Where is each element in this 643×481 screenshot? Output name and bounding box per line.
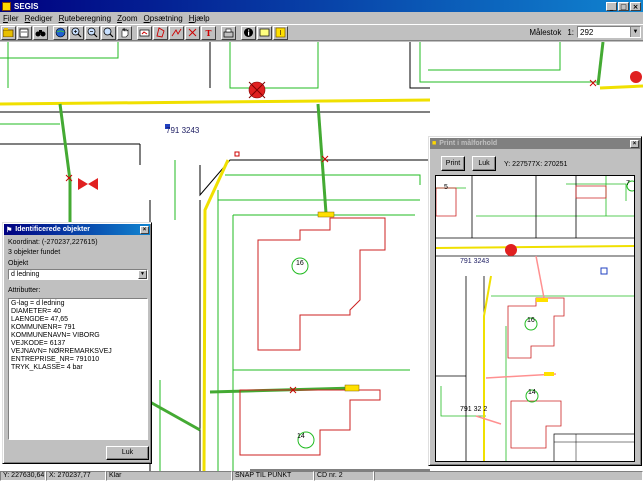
preview-label-7: 7: [626, 180, 630, 187]
found-count: 3 objekter fundet: [8, 249, 61, 256]
status-empty: [374, 471, 643, 481]
attribute-line: LAENGDE= 47,65: [11, 316, 69, 323]
print-close-icon[interactable]: ×: [630, 139, 639, 148]
rectangle-tool-icon[interactable]: [257, 25, 272, 40]
printer-icon: ■: [432, 140, 437, 147]
redraw-icon[interactable]: [137, 25, 152, 40]
title-bar: SEGIS _ □ ×: [0, 0, 643, 12]
minimize-button[interactable]: _: [606, 1, 617, 11]
attribute-line: KOMMUNENAVN= VIBORG: [11, 332, 100, 339]
status-x: X: 270237,77: [46, 471, 106, 481]
status-snap: SNAP TIL PUNKT: [232, 471, 314, 481]
identify-close-icon[interactable]: ×: [140, 225, 149, 234]
status-y: Y: 227630,64: [0, 471, 46, 481]
zoom-out-icon[interactable]: [85, 25, 100, 40]
draw-cross-icon[interactable]: [185, 25, 200, 40]
map-label-16: 16: [296, 260, 304, 267]
zoom-in-icon[interactable]: [69, 25, 84, 40]
app-icon: [2, 1, 11, 11]
layer-lamp-icon[interactable]: [273, 25, 288, 40]
status-bar: Y: 227630,64 X: 270237,77 Klar SNAP TIL …: [0, 471, 643, 481]
map-label-main: 791 3243: [166, 126, 200, 135]
coordinate-row: Koordinat: (-270237,227615): [8, 239, 98, 246]
preview-label-5: 5: [444, 184, 448, 191]
coord-value: (-270237,227615): [41, 239, 98, 246]
scale-control: Målestok 1: 292 ▼: [529, 26, 641, 38]
print-panel: ■ Print i målforhold × Print Luk Y: 2275…: [428, 136, 642, 466]
binoculars-icon[interactable]: [33, 25, 48, 40]
print-panel-close-button[interactable]: Luk: [472, 156, 496, 171]
menu-bar: Filer Rediger Ruteberegning Zoom Opsætni…: [0, 12, 643, 24]
draw-polygon-icon[interactable]: [153, 25, 168, 40]
attribute-line: VEJKODE= 6137: [11, 340, 66, 347]
attribute-line: VEJNAVN= NØRREMARKSVEJ: [11, 348, 112, 355]
text-tool-icon[interactable]: T: [201, 25, 216, 40]
valve-symbol: [78, 178, 98, 190]
identify-panel: ⚑ Identificerede objekter × Koordinat: (…: [2, 222, 152, 464]
object-label: Objekt: [8, 260, 29, 267]
pan-hand-icon[interactable]: [117, 25, 132, 40]
print-panel-titlebar: ■ Print i målforhold ×: [430, 138, 640, 149]
menu-filer[interactable]: Filer: [3, 14, 19, 23]
pin-icon: ⚑: [6, 226, 13, 234]
menu-ruteberegning[interactable]: Ruteberegning: [59, 14, 112, 23]
attributes-list[interactable]: G-lag = d ledning DIAMETER= 40 LAENGDE= …: [8, 298, 148, 440]
attribute-line: DIAMETER= 40: [11, 308, 61, 315]
menu-hjaelp[interactable]: Hjælp: [189, 14, 210, 23]
identify-close-button[interactable]: Luk: [106, 446, 149, 460]
scale-dropdown[interactable]: 292 ▼: [577, 26, 641, 38]
preview-label-pipe: 791 32 2: [460, 406, 488, 413]
maximize-button[interactable]: □: [618, 1, 629, 11]
print-icon[interactable]: [221, 25, 236, 40]
scale-prefix: 1:: [567, 27, 574, 37]
coord-label: Koordinat:: [8, 239, 40, 246]
print-panel-title: Print i målforhold: [439, 140, 498, 147]
attribute-line: KOMMUNENR= 791: [11, 324, 76, 331]
open-icon[interactable]: [1, 25, 16, 40]
app-title: SEGIS: [14, 1, 39, 11]
attribute-line: ENTREPRISE_NR= 791010: [11, 356, 100, 363]
print-coords: Y: 227577X: 270251: [504, 161, 568, 168]
preview-label-main: 791 3243: [460, 258, 490, 265]
status-cd: CD nr. 2: [314, 471, 374, 481]
preview-label-14: 14: [528, 389, 536, 396]
close-button[interactable]: ×: [630, 1, 641, 11]
scale-label: Målestok: [529, 27, 562, 37]
identify-panel-titlebar: ⚑ Identificerede objekter ×: [4, 224, 150, 235]
object-dropdown[interactable]: d ledning ▼: [8, 269, 148, 280]
preview-label-16: 16: [527, 317, 535, 324]
map-label-14: 14: [297, 433, 305, 440]
attribute-line: TRYK_KLASSE= 4 bar: [11, 364, 83, 371]
print-preview-map: [436, 176, 634, 461]
status-state: Klar: [106, 471, 232, 481]
menu-zoom[interactable]: Zoom: [117, 14, 137, 23]
chevron-down-icon[interactable]: ▼: [630, 27, 640, 37]
attribute-line: G-lag = d ledning: [11, 300, 65, 307]
identify-panel-title: Identificerede objekter: [15, 226, 90, 233]
globe-icon[interactable]: [53, 25, 68, 40]
object-value: d ledning: [11, 271, 40, 278]
chevron-down-icon[interactable]: ▼: [138, 270, 147, 279]
print-setup-icon[interactable]: [17, 25, 32, 40]
menu-rediger[interactable]: Rediger: [25, 14, 53, 23]
menu-opsaetning[interactable]: Opsætning: [144, 14, 183, 23]
draw-line-icon[interactable]: [169, 25, 184, 40]
print-button[interactable]: Print: [441, 156, 465, 171]
print-preview[interactable]: 5 7 791 3243 16 14 791 32 2: [435, 175, 635, 462]
info-icon[interactable]: [241, 25, 256, 40]
zoom-window-icon[interactable]: [101, 25, 116, 40]
attr-label: Attributter:: [8, 287, 41, 294]
scale-value: 292: [580, 27, 594, 37]
